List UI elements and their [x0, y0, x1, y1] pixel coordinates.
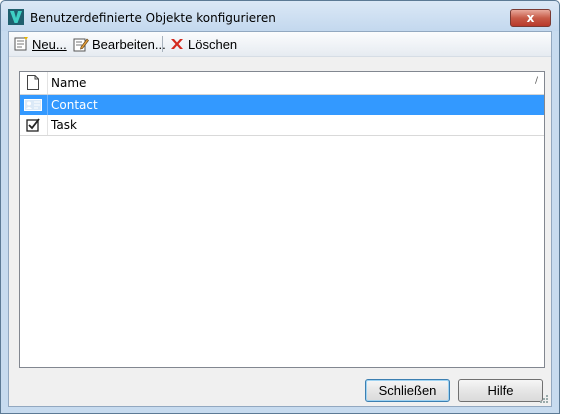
row-icon-cell — [20, 95, 48, 115]
window-close-button[interactable]: x — [510, 9, 551, 27]
list-item-contact[interactable]: Contact — [20, 95, 544, 115]
edit-button[interactable]: Bearbeiten... — [73, 35, 166, 53]
list-item-task[interactable]: Task — [20, 115, 544, 136]
title-bar[interactable]: Benutzerdefinierte Objekte konfigurieren… — [1, 1, 559, 31]
resize-grip-icon[interactable] — [539, 394, 549, 404]
column-header-name[interactable]: Name — [51, 76, 86, 90]
close-icon: x — [526, 11, 535, 25]
toolbar-separator — [162, 36, 163, 52]
task-checkbox-icon — [26, 118, 40, 132]
dialog-client-area: Neu... Bearbeiten... Löschen Name / Cont… — [8, 31, 552, 407]
delete-button-label: Löschen — [188, 36, 238, 52]
dialog-window: Benutzerdefinierte Objekte konfigurieren… — [0, 0, 560, 414]
edit-document-icon — [73, 38, 89, 52]
help-button[interactable]: Hilfe — [458, 379, 543, 402]
delete-button[interactable]: Löschen — [169, 35, 237, 53]
new-button[interactable]: Neu... — [13, 35, 67, 53]
list-item-label: Contact — [51, 98, 98, 112]
close-button[interactable]: Schließen — [365, 379, 450, 402]
new-document-icon — [14, 37, 28, 51]
list-header: Name / — [20, 72, 544, 95]
list-item-label: Task — [51, 118, 77, 132]
custom-objects-list[interactable]: Name / Contact Task — [19, 71, 545, 368]
toolbar: Neu... Bearbeiten... Löschen — [9, 32, 551, 57]
app-logo-icon — [8, 9, 24, 25]
row-icon-cell — [20, 115, 48, 135]
row-divider — [20, 135, 544, 136]
delete-x-icon — [171, 39, 183, 49]
contact-card-icon — [24, 99, 42, 111]
window-title: Benutzerdefinierte Objekte konfigurieren — [30, 11, 276, 25]
sort-indicator-icon: / — [534, 76, 538, 86]
edit-button-label: Bearbeiten... — [92, 36, 166, 52]
new-button-label: Neu... — [32, 36, 67, 52]
document-icon — [27, 75, 39, 90]
header-icon-column[interactable] — [20, 72, 48, 94]
